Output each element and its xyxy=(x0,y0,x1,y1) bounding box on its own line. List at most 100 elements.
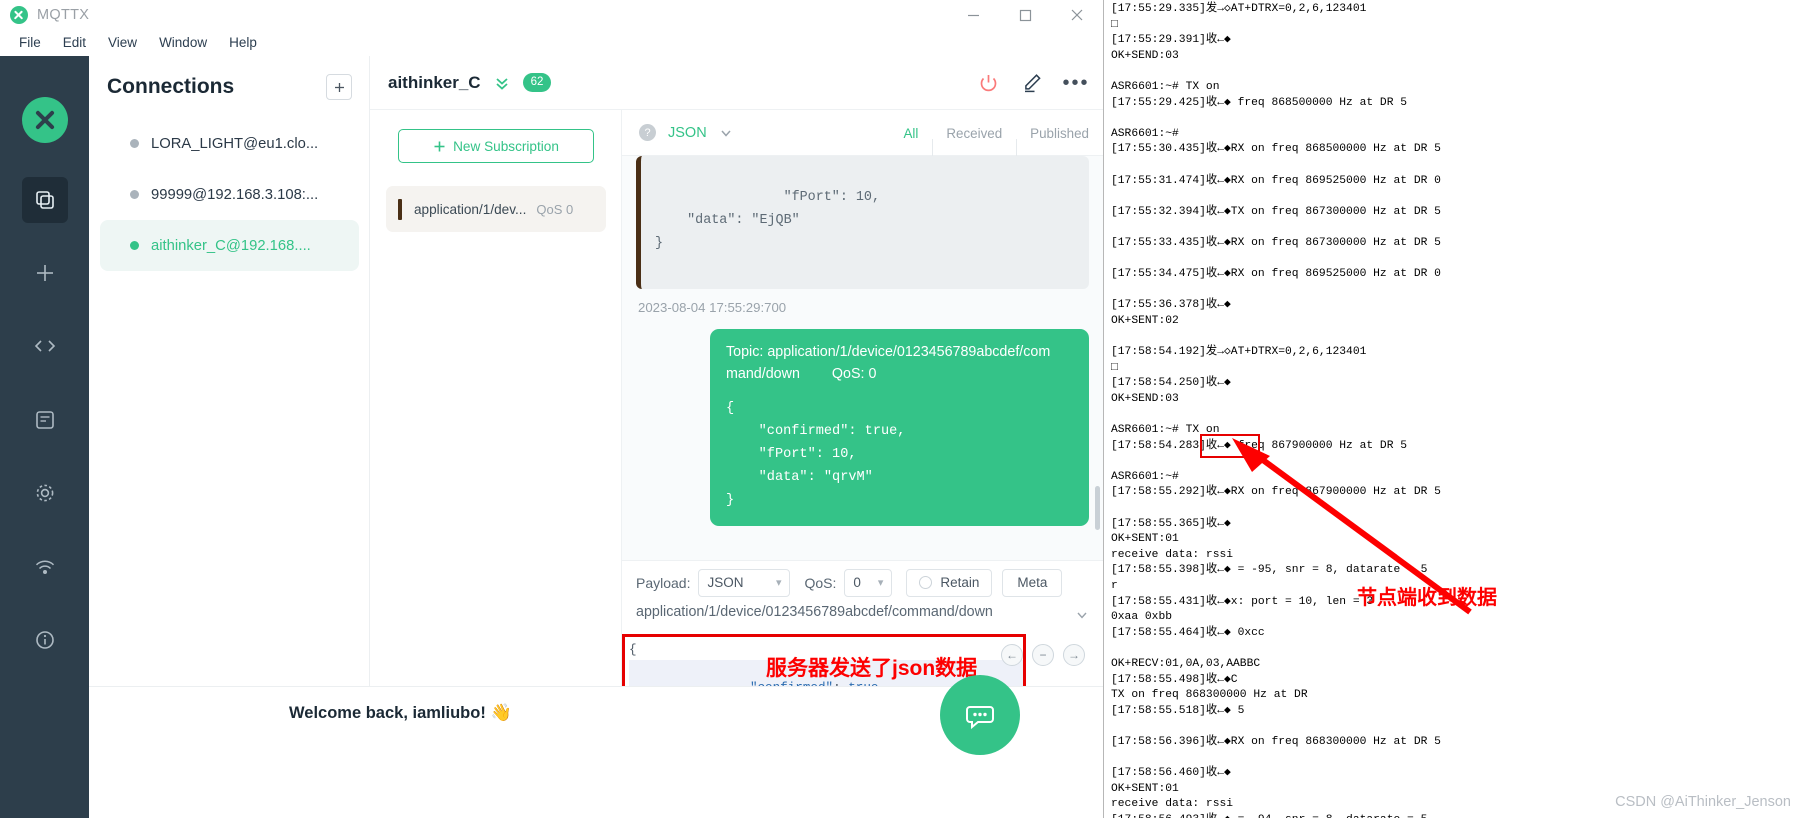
qos-select[interactable]: 0 ▾ xyxy=(844,568,893,597)
received-message-body: "fPort": 10, "data": "EjQB" } xyxy=(655,190,881,251)
rail-item-settings[interactable] xyxy=(22,470,68,516)
retain-toggle[interactable]: Retain xyxy=(906,568,993,597)
serial-terminal-panel: [17:55:29.335]发→◇AT+DTRX=0,2,6,123401 □ … xyxy=(1103,0,1803,818)
status-dot-icon xyxy=(130,190,139,199)
new-subscription-label: New Subscription xyxy=(453,138,559,154)
terminal-scrollbar-thumb[interactable] xyxy=(1103,378,1104,440)
detail-title: aithinker_C xyxy=(388,72,481,92)
rail-item-new[interactable] xyxy=(22,250,68,296)
welcome-text: Welcome back, iamliubo! xyxy=(289,704,486,722)
filter-published[interactable]: Published xyxy=(1016,126,1103,158)
screenshot-root: MQTTX File Edit View Window Help Connect… xyxy=(0,0,1803,818)
status-dot-icon xyxy=(130,139,139,148)
title-bar: MQTTX xyxy=(0,0,1103,30)
editor-next-button[interactable]: → xyxy=(1063,644,1085,666)
editor-tools: ← − → xyxy=(1001,644,1085,666)
menu-item-edit[interactable]: Edit xyxy=(52,30,97,56)
editor-collapse-button[interactable]: − xyxy=(1032,644,1054,666)
menu-item-view[interactable]: View xyxy=(97,30,148,56)
published-message-topic-line2: mand/down xyxy=(726,366,800,382)
editor-prev-button[interactable]: ← xyxy=(1001,644,1023,666)
publish-topic-value: application/1/device/0123456789abcdef/co… xyxy=(636,604,993,620)
menu-item-help[interactable]: Help xyxy=(218,30,268,56)
status-badge: 62 xyxy=(522,73,552,92)
rail-item-log[interactable] xyxy=(22,397,68,443)
payload-format-value[interactable]: JSON xyxy=(668,125,707,141)
plus-icon xyxy=(334,82,344,92)
published-message-body: { "confirmed": true, "fPort": 10, "data"… xyxy=(726,401,906,508)
menu-item-window[interactable]: Window xyxy=(148,30,218,56)
status-dot-icon xyxy=(130,241,139,250)
welcome-bar: Welcome back, iamliubo! 👋 xyxy=(89,675,1103,818)
filter-received[interactable]: Received xyxy=(932,126,1016,158)
subscription-topic: application/1/dev... xyxy=(414,201,527,217)
code-icon xyxy=(34,340,56,352)
wave-emoji-icon: 👋 xyxy=(490,703,512,722)
terminal-log: [17:55:29.335]发→◇AT+DTRX=0,2,6,123401 □ … xyxy=(1111,3,1441,818)
rail-item-about[interactable] xyxy=(22,617,68,663)
rail-item-script[interactable] xyxy=(22,323,68,369)
rail-item-connections[interactable] xyxy=(22,177,68,223)
payload-format-selected: JSON xyxy=(707,575,744,590)
log-icon xyxy=(36,411,54,429)
connection-name: LORA_LIGHT@eu1.clo... xyxy=(151,135,319,152)
messages-toolbar: ? JSON All Received Published xyxy=(622,110,1103,158)
minimize-icon[interactable] xyxy=(947,0,999,30)
connection-item-99999[interactable]: 99999@192.168.3.108:... xyxy=(100,169,359,220)
maximize-icon[interactable] xyxy=(999,0,1051,30)
new-subscription-button[interactable]: New Subscription xyxy=(398,129,594,163)
window-controls xyxy=(947,0,1103,30)
disconnect-button[interactable] xyxy=(975,70,1001,96)
terminal-highlight-box xyxy=(1200,434,1260,458)
app-title: MQTTX xyxy=(37,7,90,23)
menu-item-file[interactable]: File xyxy=(8,30,52,56)
received-message-bubble: "fPort": 10, "data": "EjQB" } xyxy=(636,156,1089,289)
icon-rail xyxy=(0,56,89,818)
published-message-qos: QoS: 0 xyxy=(831,366,877,382)
gear-icon xyxy=(36,484,54,502)
connection-name: 99999@192.168.3.108:... xyxy=(151,186,319,203)
messages-scrollbar[interactable] xyxy=(1095,486,1100,530)
publish-topic-input[interactable]: application/1/device/0123456789abcdef/co… xyxy=(622,604,1103,632)
published-message-topic-line1: Topic: application/1/device/0123456789ab… xyxy=(726,344,1051,360)
meta-button[interactable]: Meta xyxy=(1002,568,1063,597)
more-dots-icon[interactable]: ••• xyxy=(1063,70,1089,96)
terminal-scrollbar[interactable] xyxy=(1103,0,1104,818)
message-filters: All Received Published xyxy=(889,110,1103,158)
plus-icon xyxy=(37,265,53,281)
message-list[interactable]: "fPort": 10, "data": "EjQB" } 2023-08-04… xyxy=(622,156,1103,560)
subscription-color-bar xyxy=(398,198,402,220)
chevron-down-icon[interactable] xyxy=(719,126,733,140)
chevron-double-down-icon[interactable] xyxy=(493,74,511,92)
subscription-qos: QoS 0 xyxy=(536,201,574,217)
mqttx-logo-icon xyxy=(10,6,28,24)
watermark: CSDN @AiThinker_Jenson xyxy=(1615,794,1791,810)
annotation-right-note: 节点端收到数据 xyxy=(1357,587,1497,609)
detail-actions: ••• xyxy=(975,56,1089,110)
edit-button[interactable] xyxy=(1019,70,1045,96)
power-icon xyxy=(980,74,996,91)
chat-icon[interactable] xyxy=(940,675,1020,755)
add-connection-button[interactable] xyxy=(326,74,352,100)
rail-item-benchmark[interactable] xyxy=(22,544,68,590)
connection-item-lora-light[interactable]: LORA_LIGHT@eu1.clo... xyxy=(100,118,359,169)
received-message-time: 2023-08-04 17:55:29:700 xyxy=(638,300,787,315)
page-title: Connections xyxy=(107,75,235,98)
chevron-down-icon[interactable] xyxy=(1075,608,1089,627)
payload-format-select[interactable]: JSON ▾ xyxy=(698,568,791,597)
detail-header: aithinker_C 62 ••• xyxy=(370,56,1103,110)
qos-label: QoS: xyxy=(804,574,837,591)
question-icon[interactable]: ? xyxy=(639,124,656,141)
filter-all[interactable]: All xyxy=(889,126,932,141)
avatar[interactable] xyxy=(22,97,68,143)
radio-icon xyxy=(919,576,933,589)
welcome-message: Welcome back, iamliubo! 👋 xyxy=(289,703,512,723)
connection-name: aithinker_C@192.168.... xyxy=(151,237,311,254)
subscription-item[interactable]: application/1/dev... QoS 0 xyxy=(386,186,606,232)
connection-item-aithinker[interactable]: aithinker_C@192.168.... xyxy=(100,220,359,271)
publish-options-bar: Payload: JSON ▾ QoS: 0 ▾ Retain Meta xyxy=(622,560,1103,604)
close-icon[interactable] xyxy=(1051,0,1103,30)
pencil-icon xyxy=(1025,74,1041,93)
chevron-down-icon: ▾ xyxy=(877,577,884,589)
payload-label: Payload: xyxy=(636,574,691,591)
